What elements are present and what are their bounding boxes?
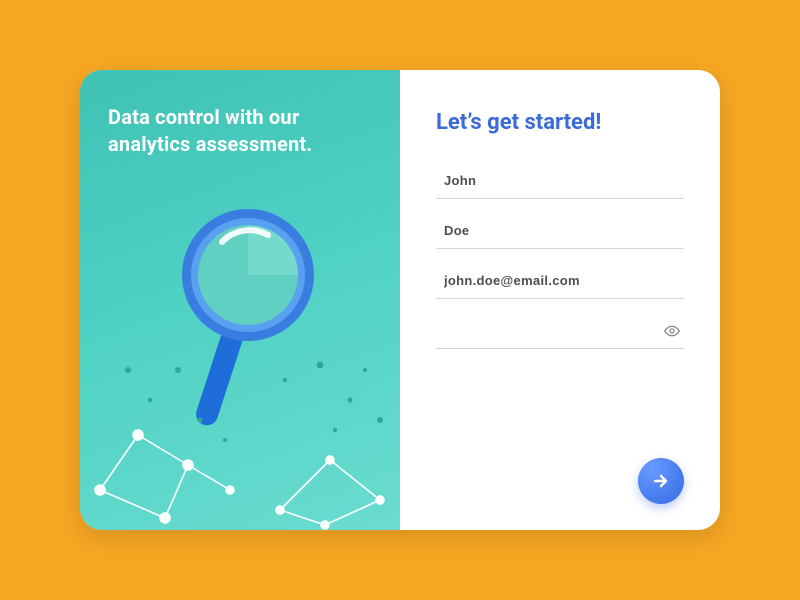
signup-card: Data control with our analytics assessme… <box>80 70 720 530</box>
analytics-illustration <box>80 70 400 530</box>
submit-button[interactable] <box>638 458 684 504</box>
password-field[interactable] <box>436 313 684 349</box>
magnifying-glass-icon <box>182 209 314 428</box>
password-field-wrapper <box>436 313 684 349</box>
last-name-field-wrapper <box>436 213 684 249</box>
first-name-field-wrapper <box>436 163 684 199</box>
left-panel: Data control with our analytics assessme… <box>80 70 400 530</box>
arrow-right-icon <box>651 471 671 491</box>
constellation-left <box>95 430 234 523</box>
last-name-field[interactable] <box>436 213 684 249</box>
email-field-wrapper <box>436 263 684 299</box>
email-field[interactable] <box>436 263 684 299</box>
first-name-field[interactable] <box>436 163 684 199</box>
form-title: Let’s get started! <box>436 110 684 135</box>
form-panel: Let’s get started! <box>400 70 720 530</box>
constellation-right <box>276 456 384 529</box>
eye-icon[interactable] <box>664 323 680 339</box>
